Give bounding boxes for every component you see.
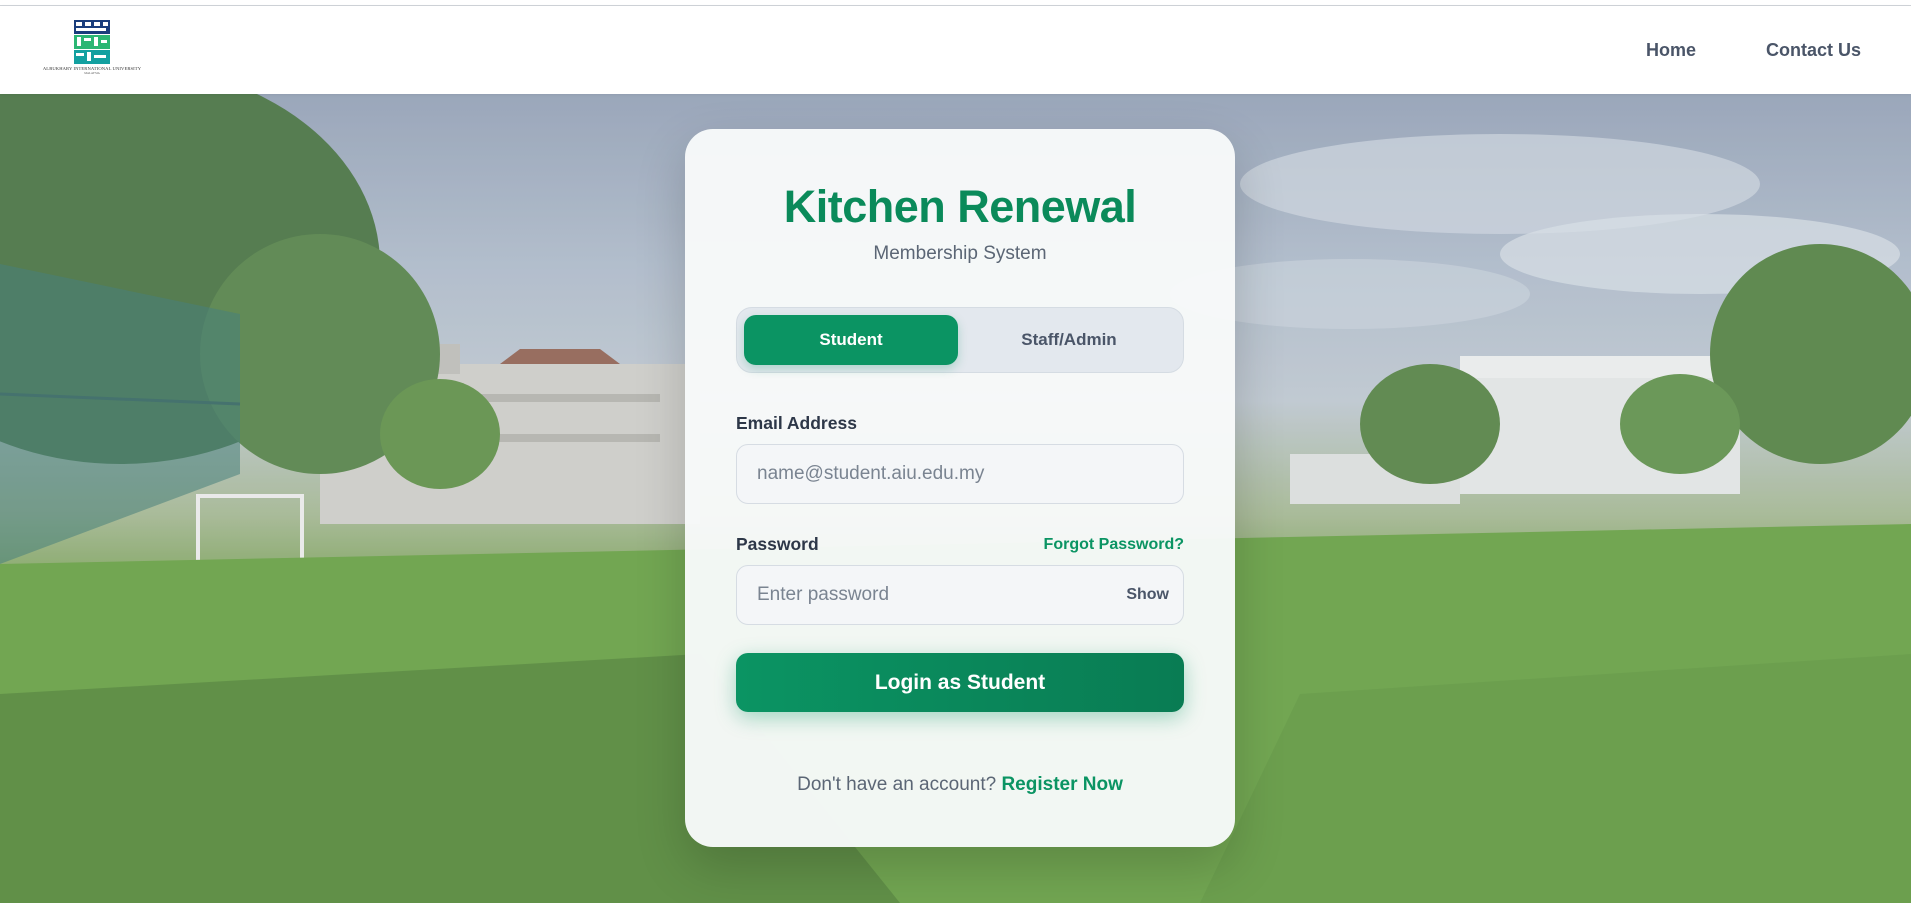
nav-contact-us-link[interactable]: Contact Us	[1766, 40, 1861, 61]
register-now-link[interactable]: Register Now	[1001, 774, 1122, 795]
forgot-password-link[interactable]: Forgot Password?	[1044, 536, 1184, 554]
page-title: Kitchen Renewal	[783, 181, 1137, 232]
nav-home-link[interactable]: Home	[1646, 40, 1696, 61]
university-logo-icon	[74, 20, 110, 64]
password-input-wrapper: Show	[736, 565, 1184, 625]
tab-staff-admin[interactable]: Staff/Admin	[962, 315, 1176, 365]
email-input[interactable]	[757, 463, 1169, 485]
show-password-button[interactable]: Show	[1126, 586, 1169, 604]
password-input[interactable]	[757, 584, 1127, 606]
login-card: Kitchen Renewal Membership System Studen…	[685, 129, 1235, 847]
password-label: Password	[736, 534, 819, 554]
main-nav: Home Contact Us	[1646, 40, 1861, 61]
tab-student[interactable]: Student	[744, 315, 958, 365]
register-prompt-text: Don't have an account?	[797, 774, 997, 795]
email-input-wrapper	[736, 444, 1184, 504]
password-label-row: Password Forgot Password?	[736, 534, 1184, 555]
register-prompt-row: Don't have an account? Register Now	[736, 774, 1184, 796]
logo-subcaption: MALAYSIA	[84, 71, 100, 75]
university-logo[interactable]: ALBUKHARY INTERNATIONAL UNIVERSITY MALAY…	[40, 19, 144, 81]
email-label: Email Address	[736, 413, 857, 433]
top-navbar: ALBUKHARY INTERNATIONAL UNIVERSITY MALAY…	[0, 6, 1911, 94]
role-toggle: Student Staff/Admin	[736, 307, 1184, 373]
page-subtitle: Membership System	[873, 243, 1047, 264]
login-button[interactable]: Login as Student	[736, 653, 1184, 712]
